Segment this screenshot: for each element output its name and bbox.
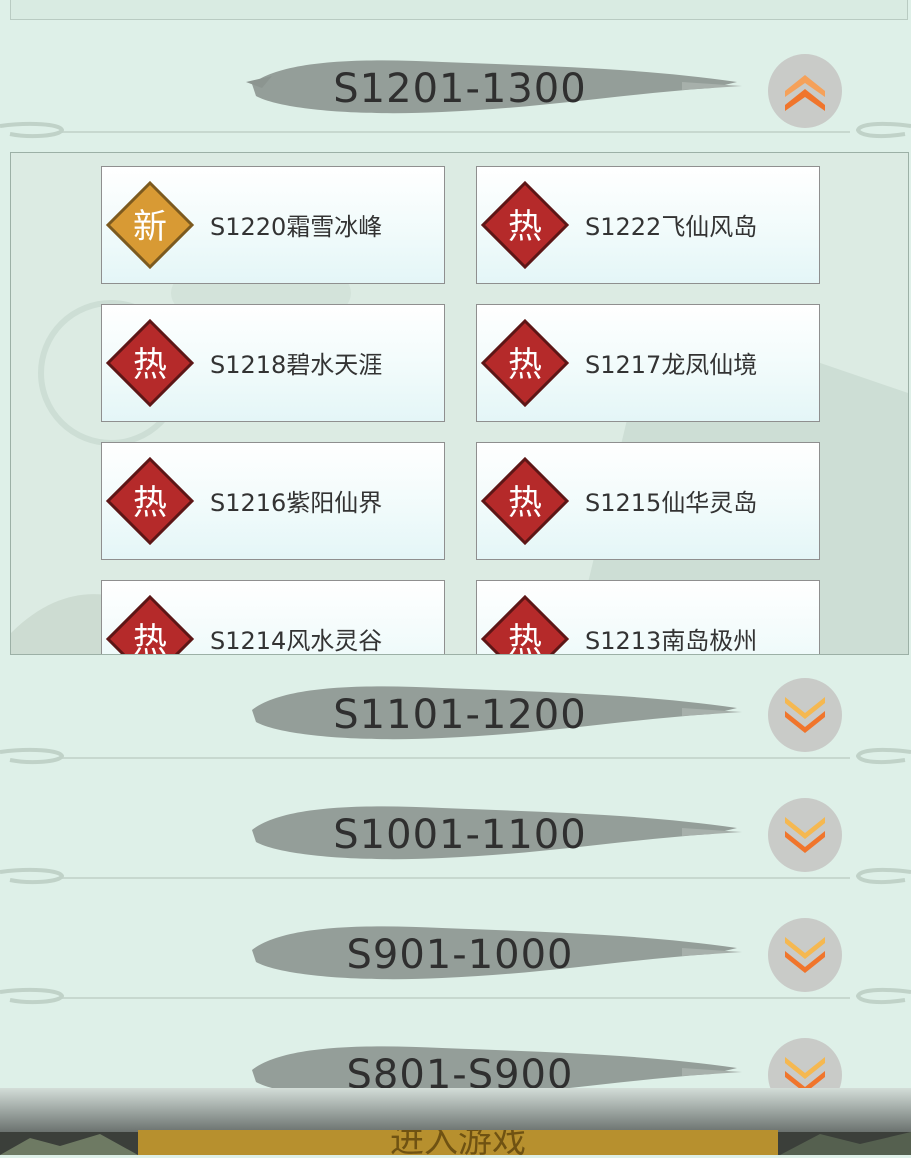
cloud-separator	[0, 987, 911, 1005]
cloud-separator	[0, 747, 911, 765]
hot-badge-icon: 热	[480, 595, 570, 655]
svg-text:热: 热	[133, 621, 167, 655]
server-card[interactable]: 热 S1214风水灵谷	[101, 580, 445, 655]
svg-text:热: 热	[508, 483, 542, 523]
server-card[interactable]: 热 S1213南岛极州	[476, 580, 820, 655]
server-name: S1214风水灵谷	[210, 627, 383, 655]
chevron-down-icon	[785, 937, 825, 973]
hot-badge-icon: 热	[105, 319, 195, 407]
group-range-label: S1201-1300	[333, 66, 587, 112]
chevron-down-icon	[785, 817, 825, 853]
previous-panel-edge	[10, 0, 908, 20]
group-range-label: S1001-1100	[333, 812, 587, 858]
server-card[interactable]: 热 S1215仙华灵岛	[476, 442, 820, 560]
hot-badge-icon: 热	[105, 457, 195, 545]
chevron-down-icon	[785, 697, 825, 733]
svg-text:热: 热	[133, 345, 167, 385]
server-name: S1216紫阳仙界	[210, 489, 383, 517]
svg-text:热: 热	[508, 207, 542, 247]
expand-button[interactable]	[768, 918, 842, 992]
group-range-label: S1101-1200	[333, 692, 587, 738]
cloud-separator	[0, 867, 911, 885]
server-card[interactable]: 新 S1220霜雪冰峰	[101, 166, 445, 284]
server-name: S1213南岛极州	[585, 627, 758, 655]
hot-badge-icon: 热	[480, 181, 570, 269]
server-name: S1215仙华灵岛	[585, 489, 758, 517]
server-group-header[interactable]: S1001-1100	[0, 798, 911, 918]
expand-button[interactable]	[768, 798, 842, 872]
svg-text:热: 热	[508, 621, 542, 655]
group-range-label: S901-1000	[346, 932, 574, 978]
hot-badge-icon: 热	[105, 595, 195, 655]
cloud-separator	[0, 121, 911, 139]
hot-badge-icon: 热	[480, 457, 570, 545]
expand-button[interactable]	[768, 678, 842, 752]
enter-game-button[interactable]: 进入游戏	[138, 1130, 778, 1155]
bottom-bar: 进入游戏	[0, 1088, 911, 1155]
chevron-up-icon	[785, 75, 825, 111]
server-list-panel[interactable]: 新 S1220霜雪冰峰 热 S1222飞仙风岛 热 S1218碧水天涯 热 S1…	[10, 152, 909, 655]
server-name: S1222飞仙风岛	[585, 213, 758, 241]
hot-badge-icon: 热	[480, 319, 570, 407]
server-card[interactable]: 热 S1222飞仙风岛	[476, 166, 820, 284]
collapse-button[interactable]	[768, 54, 842, 128]
svg-text:热: 热	[133, 483, 167, 523]
server-name: S1218碧水天涯	[210, 351, 383, 379]
svg-text:热: 热	[508, 345, 542, 385]
server-card[interactable]: 热 S1216紫阳仙界	[101, 442, 445, 560]
server-name: S1220霜雪冰峰	[210, 213, 383, 241]
server-name: S1217龙凤仙境	[585, 351, 758, 379]
server-group-header[interactable]: S1101-1200	[0, 678, 911, 798]
svg-text:新: 新	[133, 207, 167, 247]
new-badge-icon: 新	[105, 181, 195, 269]
server-card[interactable]: 热 S1218碧水天涯	[101, 304, 445, 422]
server-group-header[interactable]: S901-1000	[0, 918, 911, 1038]
server-card[interactable]: 热 S1217龙凤仙境	[476, 304, 820, 422]
